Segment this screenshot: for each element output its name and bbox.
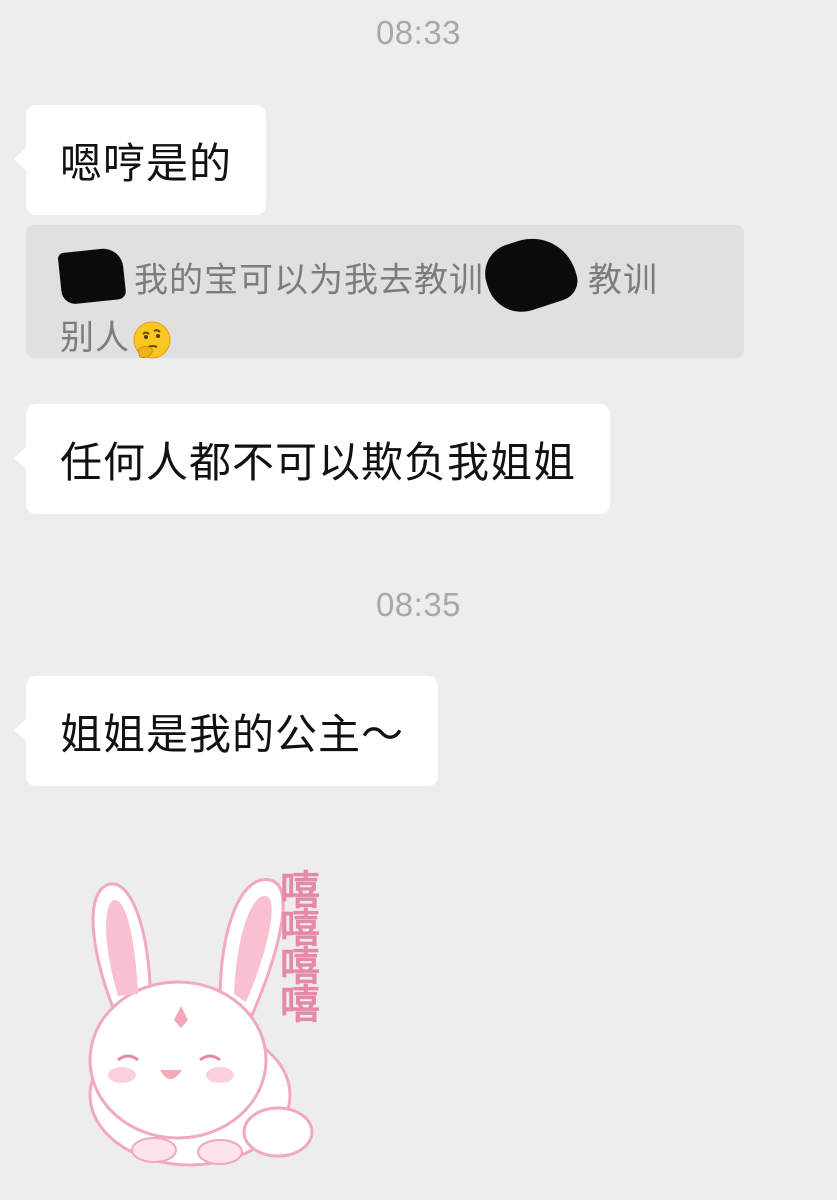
quote-text: 教训 xyxy=(588,260,658,301)
sticker-caption: 嘻嘻嘻嘻 xyxy=(280,867,320,1028)
message-bubble[interactable]: 嗯哼是的 xyxy=(13,105,267,215)
quote-text: 我的宝可以为我去教训 xyxy=(134,260,484,301)
redaction-mark xyxy=(57,246,127,306)
quote-line-1: 我的宝可以为我去教训 教训 xyxy=(57,227,710,321)
message-text: 任何人都不可以欺负我姐姐 xyxy=(60,437,577,487)
thinking-face-icon xyxy=(133,321,171,358)
timestamp: 08:35 xyxy=(375,586,462,623)
timestamp: 08:33 xyxy=(375,14,462,51)
message-bubble[interactable]: 姐姐是我的公主～ xyxy=(13,676,439,786)
quote-text: 别人 xyxy=(60,318,130,358)
quote-line-2: 别人 xyxy=(60,313,710,363)
message-text: 嗯哼是的 xyxy=(60,138,233,188)
redaction-mark xyxy=(477,227,583,321)
message-text: 姐姐是我的公主～ xyxy=(60,709,405,759)
quoted-message[interactable]: 我的宝可以为我去教训 教训 别人 xyxy=(26,225,744,358)
chat-view: 08:33 嗯哼是的 我的宝可以为我去教训 教训 别人 任何人都不可以欺负我姐姐 … xyxy=(0,0,837,1200)
message-bubble[interactable]: 任何人都不可以欺负我姐姐 xyxy=(13,404,611,514)
